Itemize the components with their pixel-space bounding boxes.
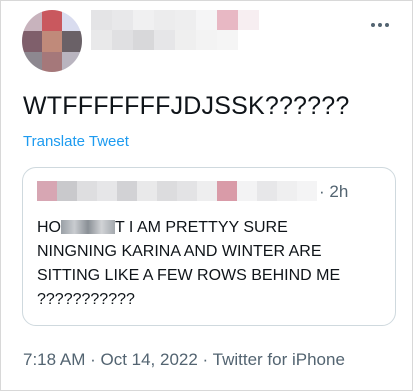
quoted-line1-prefix: HO <box>37 219 61 236</box>
quoted-line3: SITTING LIKE A FEW ROWS BEHIND ME <box>37 267 341 284</box>
tweet-card: WTFFFFFFFJDJSSK?????? Translate Tweet · … <box>0 0 413 391</box>
translate-tweet-link[interactable]: Translate Tweet <box>23 133 129 150</box>
quoted-tweet-time: · 2h <box>319 182 349 201</box>
quoted-tweet-text: HO T I AM PRETTYY SURE NINGNING KARINA AN… <box>37 216 387 312</box>
avatar[interactable] <box>22 10 82 72</box>
tweet-text: WTFFFFFFFJDJSSK?????? <box>23 92 350 120</box>
quoted-line1-suffix: T I AM PRETTYY SURE <box>115 219 288 236</box>
quoted-author-redacted <box>37 181 319 201</box>
more-horizontal-icon[interactable] <box>368 21 392 29</box>
quoted-line4: ??????????? <box>37 291 135 308</box>
quoted-line2: NINGNING KARINA AND WINTER ARE <box>37 243 322 260</box>
author-name-redacted[interactable] <box>91 10 261 50</box>
censored-word <box>61 220 115 234</box>
tweet-timestamp-source[interactable]: 7:18 AM · Oct 14, 2022 · Twitter for iPh… <box>23 350 345 370</box>
quoted-tweet[interactable]: · 2h HO T I AM PRETTYY SURE NINGNING KARI… <box>22 167 396 326</box>
